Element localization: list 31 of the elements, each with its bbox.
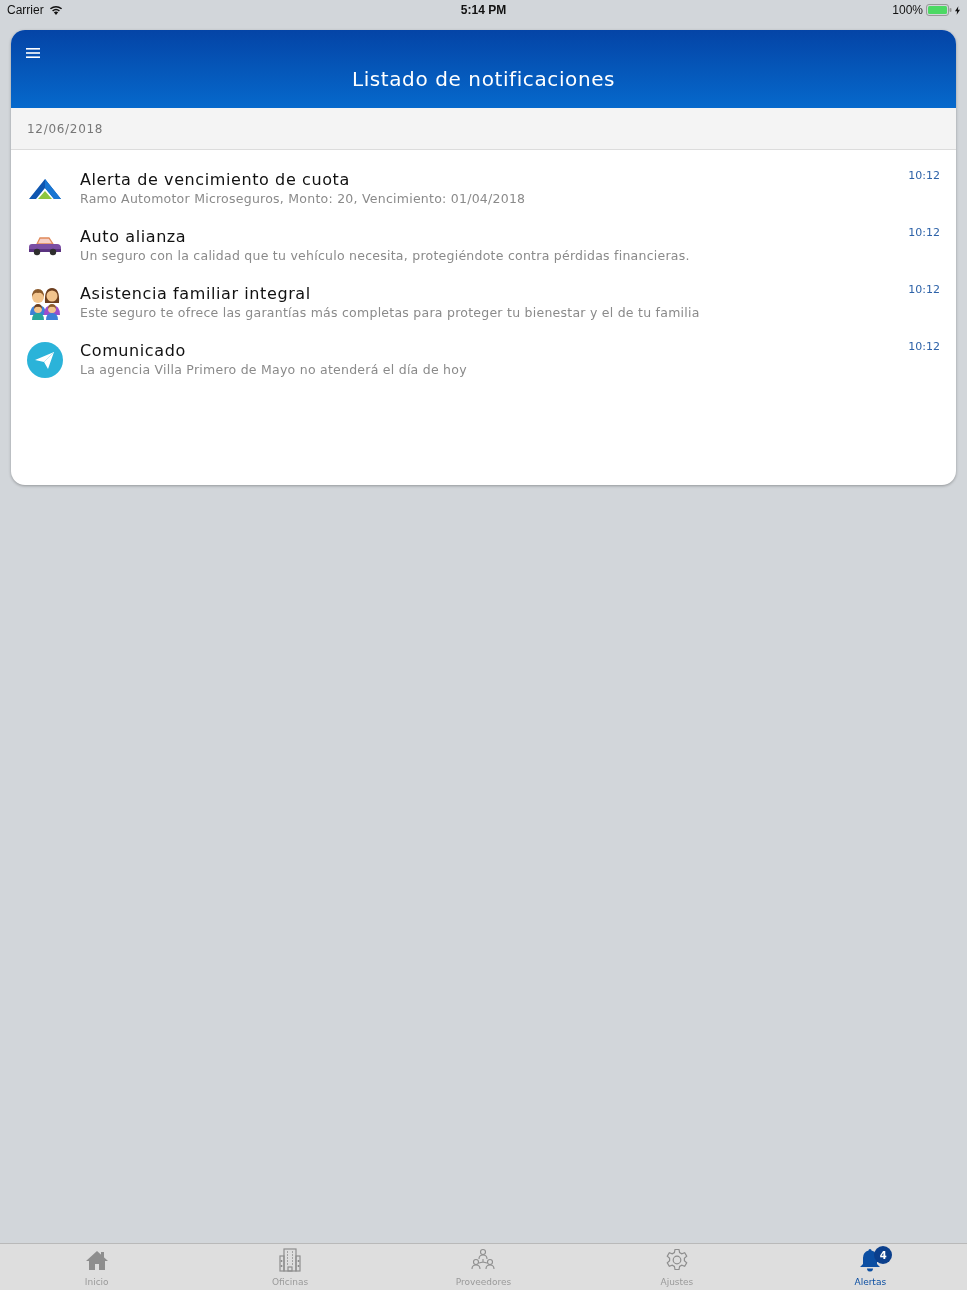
- charging-bolt-icon: [955, 5, 960, 15]
- notification-text: La agencia Villa Primero de Mayo no atenderá el día de hoy: [80, 361, 468, 379]
- family-icon: [28, 285, 62, 320]
- notification-time: 10:12: [908, 340, 940, 353]
- date-heading: 12/06/2018: [27, 121, 104, 136]
- battery-icon: [926, 4, 952, 16]
- tab-button[interactable]: 4 Alertas: [773, 1244, 967, 1290]
- notification-title[interactable]: Comunicado: [80, 341, 909, 361]
- menu-icon[interactable]: [26, 48, 40, 58]
- notification-time: 10:12: [908, 226, 940, 239]
- notification-time: 10:12: [908, 283, 940, 296]
- wifi-icon: [48, 4, 63, 16]
- settings-icon: [664, 1248, 689, 1272]
- paper-plane-icon: [27, 341, 63, 378]
- notification-title[interactable]: Alerta de vencimiento de cuota: [80, 170, 909, 190]
- triangle-logo-icon: [28, 177, 62, 200]
- car-icon: [28, 235, 62, 256]
- clock-time: 5:14 PM: [460, 3, 507, 17]
- battery-percent: 100%: [892, 3, 923, 17]
- notification-title[interactable]: Auto alianza: [80, 227, 909, 247]
- notification-text: Un seguro con la calidad que tu vehículo necesita, protegiéndote contra pérdidas financieras.: [80, 247, 691, 265]
- notification-text: Este seguro te ofrece las garantías más completas para proteger tu bienestar y el de tu familia: [80, 304, 701, 322]
- notification-time: 10:12: [908, 169, 940, 182]
- notification-text: Ramo Automotor Microseguros, Monto: 20, Vencimiento: 01/04/2018: [80, 190, 527, 208]
- people-network-icon: [470, 1248, 497, 1272]
- home-icon: [84, 1249, 109, 1271]
- building-icon: [278, 1248, 303, 1272]
- notification-title[interactable]: Asistencia familiar integral: [80, 284, 909, 304]
- page-title: Listado de notificaciones: [351, 66, 616, 92]
- carrier-name: Carrier: [7, 3, 44, 17]
- count-badge: 4: [874, 1246, 893, 1264]
